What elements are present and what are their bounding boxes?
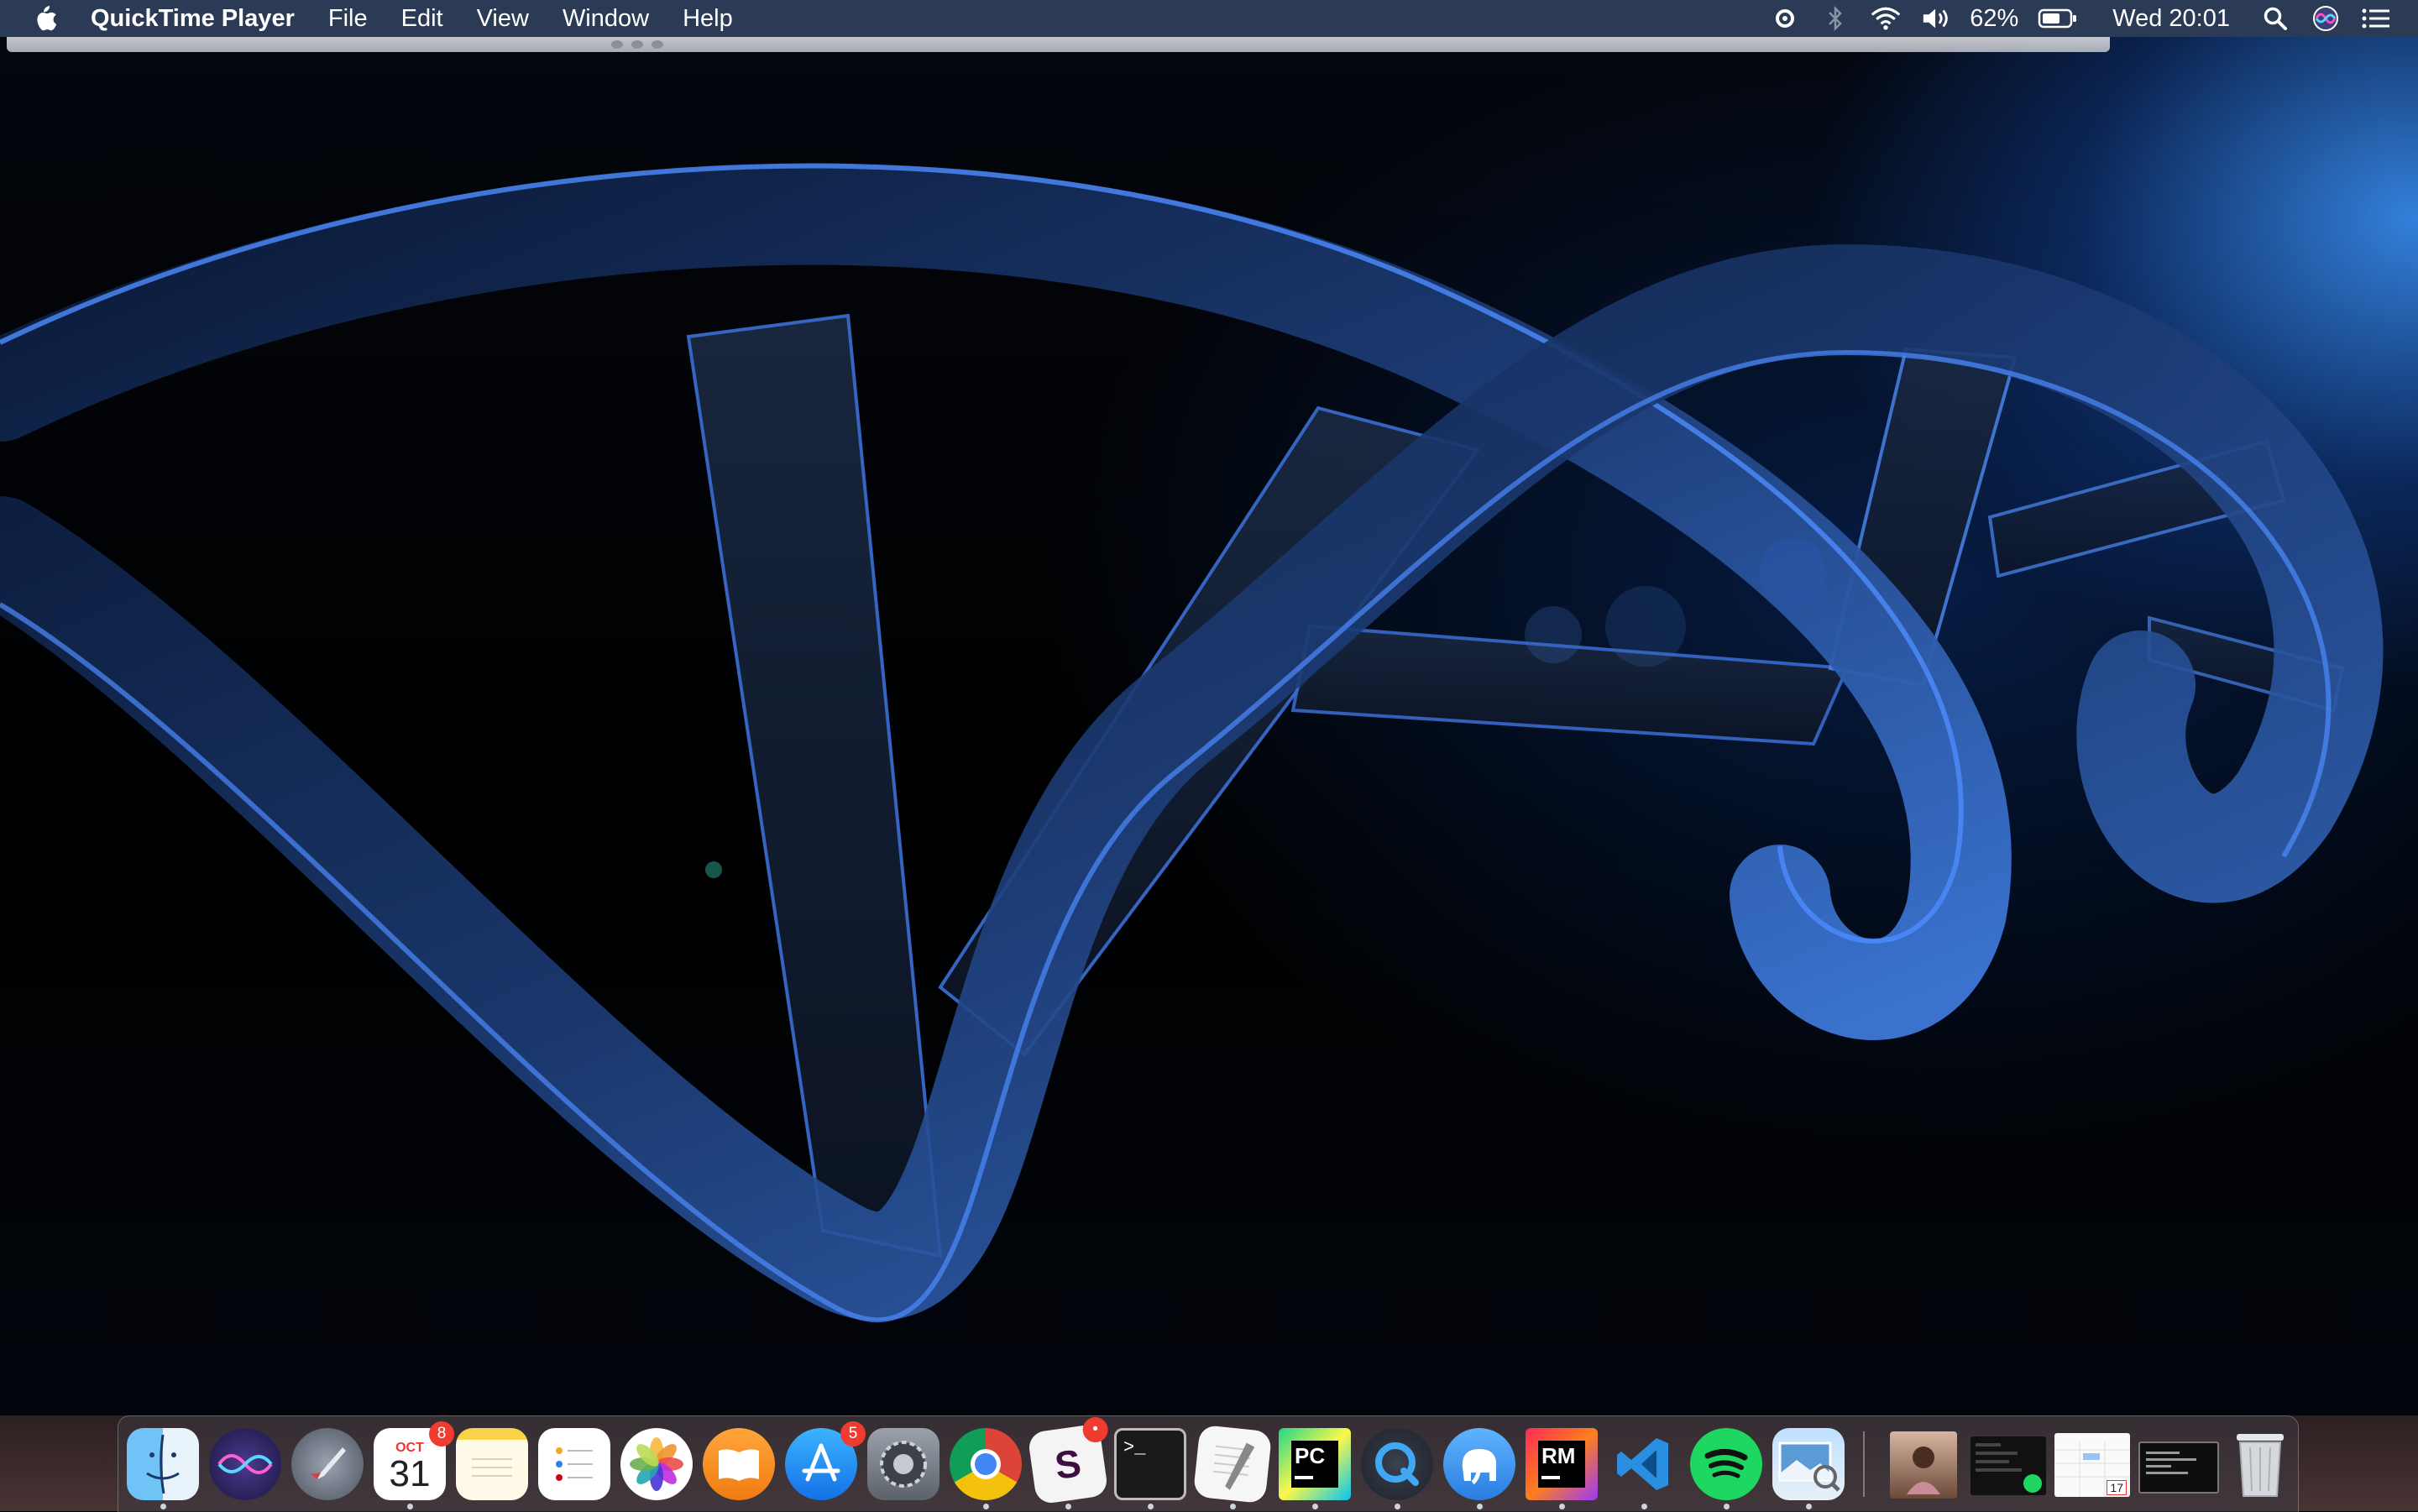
vscode-running-indicator (1641, 1504, 1647, 1509)
calendar-day: 31 (389, 1453, 431, 1494)
trash-icon[interactable] (2224, 1428, 2296, 1500)
siri-dock-icon[interactable] (209, 1428, 281, 1500)
volume-icon[interactable] (1921, 3, 1951, 34)
bluetooth-icon[interactable] (1820, 3, 1850, 34)
finder-icon[interactable] (127, 1428, 199, 1500)
slack-running-indicator (1065, 1504, 1071, 1509)
photo-thumbnail-icon[interactable] (1890, 1431, 1957, 1499)
app-store-badge: 5 (840, 1421, 866, 1447)
terminal-running-indicator (1148, 1504, 1154, 1509)
spotify-icon[interactable] (1690, 1428, 1762, 1500)
rubymine-running-indicator (1559, 1504, 1565, 1509)
system-preferences-icon[interactable] (867, 1428, 939, 1500)
dock: OCT 31 8 5 S • >_ PC RM 17 (118, 1415, 2299, 1512)
preview-running-indicator (1806, 1504, 1812, 1509)
photos-icon[interactable] (620, 1428, 693, 1500)
menu-file[interactable]: File (311, 0, 385, 37)
menu-clock[interactable]: Wed 20:01 (2112, 5, 2230, 33)
vscode-icon[interactable] (1608, 1428, 1680, 1500)
spotify-window-thumbnail-icon[interactable] (1971, 1436, 2046, 1495)
quicktime-icon[interactable] (1361, 1428, 1433, 1500)
calendar-window-thumbnail-icon[interactable]: 17 (2054, 1433, 2130, 1497)
creative-cloud-icon[interactable] (1770, 3, 1800, 34)
app-store-icon[interactable]: 5 (785, 1421, 866, 1500)
dna-helix-wallpaper-art (0, 163, 2384, 1323)
slack-icon[interactable]: S • (1027, 1417, 1109, 1505)
slack-letter: S (1052, 1441, 1084, 1488)
menu-help[interactable]: Help (666, 0, 750, 37)
rubymine-label: RM (1541, 1443, 1576, 1468)
calendar-badge: 8 (429, 1421, 454, 1447)
preview-icon[interactable] (1772, 1428, 1845, 1500)
pycharm-label: PC (1295, 1443, 1326, 1468)
calendar-window-day: 17 (2107, 1480, 2127, 1495)
notes-icon[interactable] (456, 1428, 528, 1500)
quicktime-running-indicator (1395, 1504, 1400, 1509)
elephant-icon[interactable] (1443, 1428, 1515, 1500)
battery-icon[interactable] (2037, 3, 2079, 34)
dock-separator (1863, 1431, 1865, 1497)
apple-logo-icon (37, 5, 57, 31)
chrome-running-indicator (983, 1504, 989, 1509)
launchpad-icon[interactable] (291, 1428, 364, 1500)
background-window-edge[interactable] (7, 37, 2110, 52)
reminders-icon[interactable] (538, 1428, 610, 1500)
calendar-icon[interactable]: OCT 31 8 (374, 1421, 454, 1500)
elephant-running-indicator (1477, 1504, 1483, 1509)
notification-center-icon[interactable] (2361, 3, 2391, 34)
menu-bar: QuickTime Player File Edit View Window H… (0, 0, 2418, 37)
spotify-running-indicator (1724, 1504, 1730, 1509)
textedit-icon[interactable] (1192, 1424, 1273, 1504)
desktop-wallpaper (0, 0, 2418, 1511)
rubymine-icon[interactable]: RM (1526, 1428, 1598, 1500)
chrome-icon[interactable] (950, 1428, 1022, 1500)
app-name-menu[interactable]: QuickTime Player (74, 0, 311, 37)
books-icon[interactable] (703, 1428, 775, 1500)
wifi-icon[interactable] (1871, 3, 1901, 34)
battery-percent[interactable]: 62% (1970, 5, 2018, 33)
apple-menu[interactable] (0, 0, 74, 37)
slack-badge: • (1082, 1417, 1108, 1443)
spotlight-search-icon[interactable] (2260, 3, 2290, 34)
menu-view[interactable]: View (460, 0, 546, 37)
window-controls[interactable] (611, 40, 663, 49)
siri-icon[interactable] (2311, 3, 2341, 34)
calendar-running-indicator (407, 1504, 413, 1509)
terminal-window-thumbnail-icon[interactable] (2138, 1441, 2219, 1494)
textedit-running-indicator (1230, 1504, 1236, 1509)
menu-edit[interactable]: Edit (385, 0, 460, 37)
menu-window[interactable]: Window (546, 0, 666, 37)
pycharm-running-indicator (1312, 1504, 1318, 1509)
terminal-icon[interactable]: >_ (1114, 1428, 1186, 1500)
terminal-prompt: >_ (1123, 1437, 1146, 1458)
pycharm-icon[interactable]: PC (1279, 1428, 1351, 1500)
finder-running-indicator (160, 1504, 166, 1509)
